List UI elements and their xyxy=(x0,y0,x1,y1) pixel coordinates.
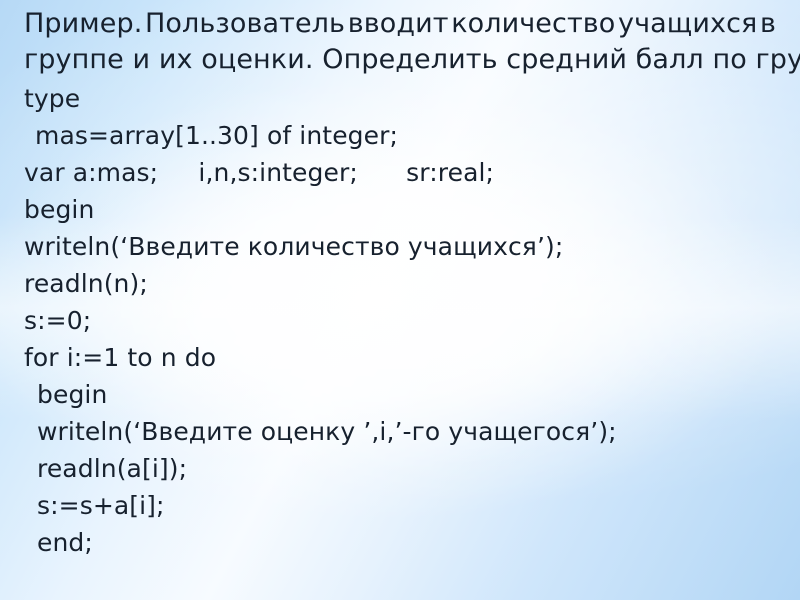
title-word: Пример. xyxy=(24,8,143,39)
code-line: var a:mas; i,n,s:integer; sr:real; xyxy=(24,158,495,187)
code-line: begin xyxy=(24,195,95,224)
code-line: begin xyxy=(37,380,108,409)
code-line: writeln(‘Введите количество учащихся’); xyxy=(24,232,564,261)
code-line: readln(n); xyxy=(24,269,148,298)
code-line: end; xyxy=(37,528,93,557)
title-word: Пользователь xyxy=(145,8,346,39)
title-word: в xyxy=(759,8,776,39)
code-line: type xyxy=(24,84,81,113)
title-word: количество xyxy=(451,8,616,39)
code-line: s:=0; xyxy=(24,306,92,335)
code-line: writeln(‘Введите оценку ’,i,’-го учащего… xyxy=(37,417,617,446)
code-line: for i:=1 to n do xyxy=(24,343,217,372)
slide-canvas: Пример. Пользователь вводит количество у… xyxy=(0,0,800,600)
code-line: mas=array[1..30] of integer; xyxy=(35,121,399,150)
pascal-code-block: type mas=array[1..30] of integer; var a:… xyxy=(0,78,800,561)
slide-content: Пример. Пользователь вводит количество у… xyxy=(0,0,800,561)
code-line: s:=s+a[i]; xyxy=(37,491,165,520)
title-word: вводит xyxy=(347,8,449,39)
title-line-1: Пример. Пользователь вводит количество у… xyxy=(24,6,776,42)
code-line: readln(a[i]); xyxy=(37,454,188,483)
title-word: учащихся xyxy=(618,8,758,39)
title-line-2: группе и их оценки. Определить средний б… xyxy=(24,44,800,75)
title-paragraph: Пример. Пользователь вводит количество у… xyxy=(0,0,800,78)
